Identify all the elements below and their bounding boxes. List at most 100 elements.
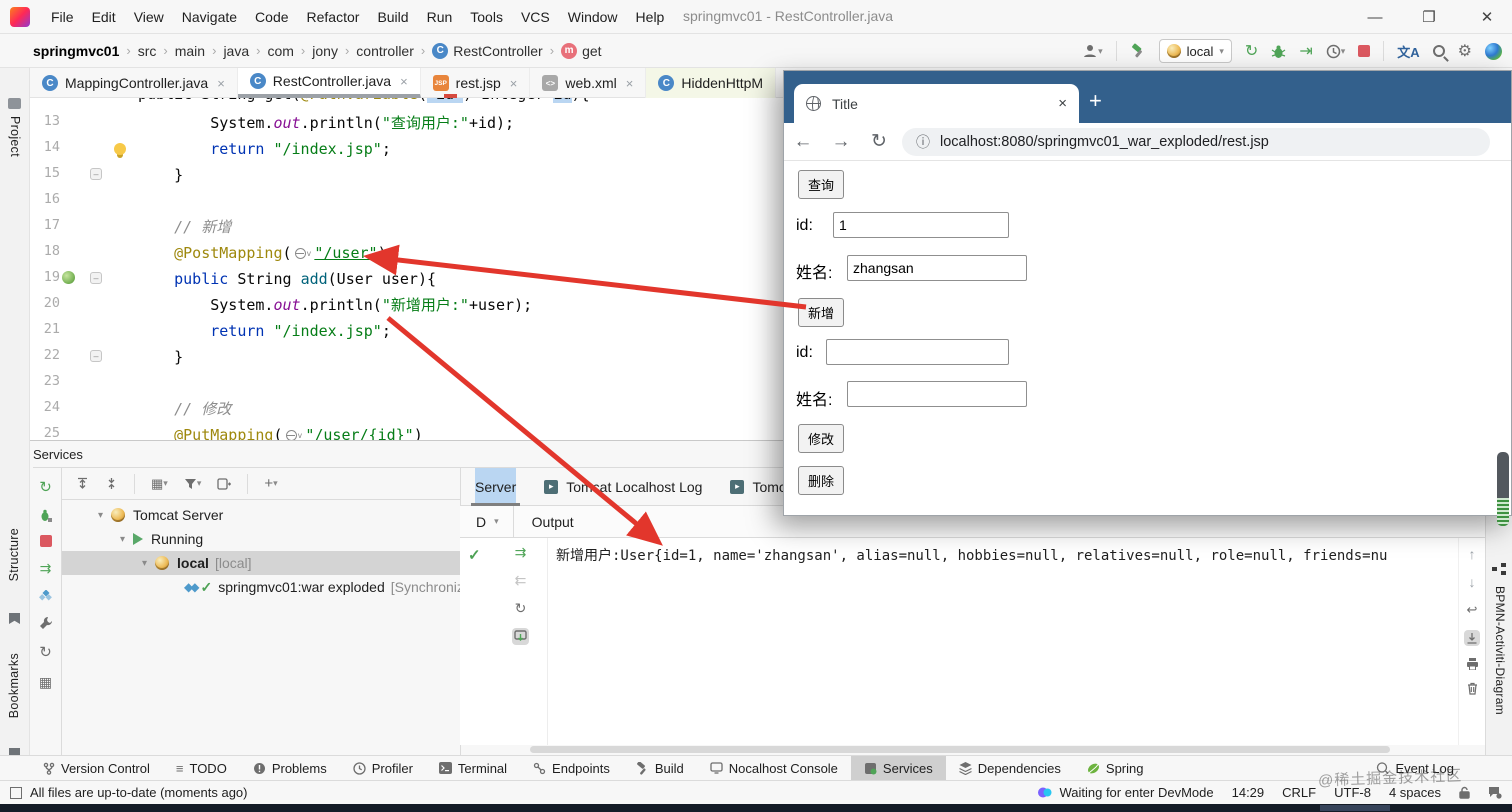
group-by-icon[interactable]: ▦ ▾ — [151, 476, 168, 492]
refresh-icon[interactable]: ↻ — [39, 643, 52, 661]
menu-help[interactable]: Help — [627, 0, 674, 34]
lock-icon[interactable] — [1459, 786, 1470, 799]
forward-button[interactable]: → — [822, 131, 860, 153]
run-with-coverage-icon[interactable]: ⇥ — [1299, 41, 1312, 61]
spring-bean-gutter-icon[interactable] — [62, 271, 75, 284]
breadcrumb-src[interactable]: src — [138, 43, 157, 59]
translate-icon[interactable]: 文A — [1397, 42, 1419, 61]
rerun-server-icon[interactable]: ↻ — [39, 478, 52, 496]
menu-file[interactable]: File — [42, 0, 83, 34]
collapse-all-icon[interactable] — [105, 477, 118, 490]
menu-navigate[interactable]: Navigate — [173, 0, 246, 34]
wrench-settings-icon[interactable] — [39, 616, 53, 630]
settings-gear-icon[interactable]: ⚙ — [1458, 41, 1472, 61]
user-account-icon[interactable]: ▾ — [1082, 43, 1103, 59]
tree-item-tomcat-server[interactable]: ▾ Tomcat Server — [62, 503, 460, 527]
close-tab-icon[interactable]: × — [400, 74, 408, 89]
scroll-to-end-icon[interactable] — [512, 628, 529, 645]
update-disabled-icon[interactable]: ⇇ — [515, 572, 527, 589]
print-icon[interactable] — [1466, 658, 1479, 670]
new-tab-button[interactable]: + — [1089, 90, 1102, 112]
chevron-down-icon[interactable]: ▾ — [494, 516, 499, 527]
menu-view[interactable]: View — [125, 0, 173, 34]
tree-item-local[interactable]: ▾ local [local] — [62, 551, 460, 575]
console-output-area[interactable]: ✓ ⇉ ⇇ ↻ 新增用户:User{id=1, name='zhangsan',… — [460, 538, 1485, 745]
deploy-all-icon[interactable] — [39, 590, 52, 603]
console-tab-server[interactable]: Server — [470, 467, 521, 506]
fold-region-icon[interactable]: – — [90, 168, 102, 180]
site-info-icon[interactable]: ⓘ — [916, 132, 930, 152]
tab-mappingcontroller[interactable]: C MappingController.java × — [30, 68, 238, 98]
name-input[interactable] — [847, 255, 1027, 281]
toolwindow-problems[interactable]: Problems — [240, 756, 340, 781]
soft-wrap-icon[interactable]: ↩ — [1467, 602, 1478, 618]
name-input-2[interactable] — [847, 381, 1027, 407]
notifications-icon[interactable] — [1488, 786, 1502, 799]
maximize-button[interactable]: ❐ — [1406, 0, 1452, 34]
browser-tab[interactable]: Title × — [794, 84, 1079, 123]
toolwindow-version-control[interactable]: Version Control — [30, 756, 163, 781]
stop-server-icon[interactable] — [39, 535, 52, 547]
breadcrumb-java[interactable]: java — [223, 43, 249, 59]
close-tab-icon[interactable]: × — [510, 76, 518, 91]
menu-code[interactable]: Code — [246, 0, 297, 34]
toolwindow-build[interactable]: Build — [623, 756, 697, 781]
plugin-sphere-icon[interactable] — [1485, 42, 1502, 60]
code-editor[interactable]: public String get(@PathVariable("id") In… — [30, 98, 783, 440]
reload-button[interactable]: ↻ — [860, 130, 898, 153]
fold-region-icon[interactable]: – — [90, 350, 102, 362]
scroll-to-end-icon[interactable] — [1464, 630, 1480, 646]
toolwindow-todo[interactable]: ≡ TODO — [163, 756, 240, 781]
delete-button[interactable]: 删除 — [798, 466, 845, 495]
menu-window[interactable]: Window — [559, 0, 627, 34]
tab-restcontroller[interactable]: C RestController.java × — [237, 68, 421, 98]
line-ending-indicator[interactable]: CRLF — [1282, 785, 1316, 800]
breadcrumb-restcontroller[interactable]: RestController — [453, 43, 542, 59]
breadcrumb-main[interactable]: main — [175, 43, 205, 59]
next-occurrence-icon[interactable]: ↓ — [1469, 574, 1476, 590]
minimize-button[interactable]: — — [1352, 0, 1398, 34]
menu-vcs[interactable]: VCS — [512, 0, 559, 34]
menu-run[interactable]: Run — [418, 0, 462, 34]
toolwindow-structure[interactable]: Structure — [7, 528, 21, 581]
menu-refactor[interactable]: Refactor — [298, 0, 369, 34]
toolwindow-spring[interactable]: Spring — [1074, 756, 1157, 781]
toolwindow-bpmn-activiti-diagram[interactable]: BPMN-Activiti-Diagram — [1493, 586, 1507, 715]
stop-button[interactable] — [1358, 45, 1371, 57]
console-tab-localhost-log[interactable]: ▸ Tomcat Localhost Log — [544, 468, 702, 506]
id-input[interactable] — [833, 212, 1009, 238]
filter-icon[interactable]: ▾ — [184, 478, 201, 490]
toolwindow-services[interactable]: Services — [850, 755, 946, 781]
toolwindow-profiler[interactable]: Profiler — [340, 756, 426, 781]
toolwindow-endpoints[interactable]: Endpoints — [520, 756, 623, 781]
run-configuration-selector[interactable]: local ▾ — [1158, 39, 1232, 63]
tree-item-running[interactable]: ▾ Running — [62, 527, 460, 551]
close-button[interactable]: ✕ — [1464, 0, 1510, 34]
deploy-icon[interactable]: ⇉ — [40, 560, 52, 577]
intention-bulb-icon[interactable] — [114, 143, 126, 155]
menu-edit[interactable]: Edit — [83, 0, 125, 34]
fold-region-icon[interactable]: – — [90, 272, 102, 284]
nocalhost-devmode-status[interactable]: Waiting for enter DevMode — [1037, 785, 1214, 800]
update-app-icon[interactable]: ⇉ — [515, 544, 527, 561]
expand-all-icon[interactable] — [76, 477, 89, 490]
tab-hiddenhttpm[interactable]: C HiddenHttpM — [646, 68, 777, 98]
clear-trash-icon[interactable] — [1467, 682, 1478, 695]
debug-button[interactable] — [1271, 44, 1286, 59]
menu-build[interactable]: Build — [368, 0, 417, 34]
refresh-icon[interactable]: ↻ — [515, 600, 527, 617]
toolwindow-project[interactable]: Project — [8, 116, 22, 157]
chevron-down-icon[interactable]: ▾ — [98, 510, 103, 521]
toolwindow-terminal[interactable]: Terminal — [426, 756, 520, 781]
breadcrumb-project[interactable]: springmvc01 — [33, 43, 119, 59]
scrollbar-thumb[interactable] — [1497, 452, 1509, 526]
layout-icon[interactable]: ▦ — [39, 674, 52, 691]
close-tab-icon[interactable]: × — [1058, 95, 1067, 112]
toolwindow-bookmarks[interactable]: Bookmarks — [7, 653, 21, 718]
add-service-icon[interactable]: + ▾ — [264, 475, 277, 492]
prev-occurrence-icon[interactable]: ↑ — [1469, 546, 1476, 562]
profiler-button[interactable]: ▾ — [1326, 44, 1345, 59]
build-hammer-icon[interactable] — [1130, 43, 1146, 59]
breadcrumb-com[interactable]: com — [267, 43, 293, 59]
breadcrumb-controller[interactable]: controller — [356, 43, 414, 59]
